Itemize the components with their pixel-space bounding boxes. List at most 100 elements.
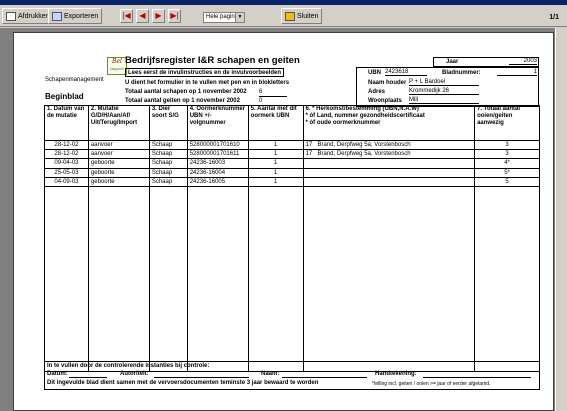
holder-box: UBN 2423618 Bladnummer: 1 Naam houder P … (356, 67, 539, 107)
cell-datum: 28-12-02 (44, 149, 89, 160)
woonplaats-label: Woonplaats (368, 98, 402, 104)
jaar-value: 2003 (509, 58, 537, 65)
close-button[interactable]: Sluiten (281, 8, 323, 24)
footer-naam-line (282, 371, 367, 378)
col-header-oormerk: 4. Oormerknummer UBN +/- volgnummer (186, 105, 249, 141)
table-row: 09-04-03 geboorte Schaap 24236-16003 1 4… (44, 158, 540, 169)
cell-oormerk: 24236-16004 (186, 168, 249, 178)
prev-page-icon: ◀ (139, 11, 146, 20)
cell-mutatie: geboorte (87, 177, 150, 187)
table-empty-area (44, 186, 540, 372)
page-count: 1/1 (549, 14, 559, 21)
vertical-scrollbar[interactable] (555, 28, 567, 411)
prev-page-button[interactable]: ◀ (136, 9, 149, 23)
col-header-herkomst: 6. * Herkomst/bestemming (UBN,N.A.W) * ó… (302, 105, 476, 141)
cell-aantal: 1 (247, 177, 304, 187)
footer-datum: Datum: (47, 371, 68, 377)
last-page-button[interactable]: ▶| (168, 9, 181, 23)
cell-oormerk: 24236-16005 (186, 177, 249, 187)
cell-mutatie: geboorte (87, 158, 150, 169)
instruction-box: Lees eerst de invulinstructies en de inv… (125, 68, 285, 77)
logo-sub: Import (110, 66, 124, 71)
export-button[interactable]: Exporteren (48, 8, 103, 24)
bladnummer-label: Bladnummer: (442, 70, 481, 76)
next-page-button[interactable]: ▶ (152, 9, 165, 23)
cell-totaal: 5* (474, 168, 540, 178)
cell-herkomst-text: Brand, Derpfweg 5a, Vorstenbosch (317, 142, 411, 149)
cell-herkomst (302, 168, 476, 178)
table-row: 04-09-03 geboorte Schaap 24236-16005 1 5 (44, 177, 540, 187)
col-header-mutatie: 2. Mutatie G/D/H/Aan/Af/ Uit/Terug/Impor… (87, 105, 150, 141)
cell-oormerk: 24236-16003 (186, 158, 249, 169)
logo-text: Bel (112, 58, 122, 65)
cell-aantal: 1 (247, 168, 304, 178)
footer-note: *telling incl. geiten / ooien >= jaar of… (372, 381, 491, 387)
zoom-select[interactable]: Hele pagina ▼ (203, 12, 245, 23)
register-table: 1. Datum van de mutatie 2. Mutatie G/D/H… (44, 105, 540, 372)
cell-totaal: 3 (474, 140, 540, 151)
footer-line1: In te vullen door de controlerende insta… (47, 363, 210, 369)
cell-soort: Schaap (148, 140, 188, 151)
cell-herkomst-nr: 17 (305, 151, 313, 158)
cell-totaal: 5 (474, 177, 540, 187)
table-row: 28-12-02 aanvoer Schaap 528000001701611 … (44, 149, 540, 160)
footer-handtekening-line (423, 371, 531, 378)
brand-label: Schapenmanagement (45, 77, 104, 83)
report-title: Bedrijfsregister I&R schapen en geiten (125, 55, 300, 66)
first-page-icon: |◀ (122, 11, 131, 20)
last-page-icon: ▶| (170, 11, 179, 20)
col-header-totaal: 7. Totaal aantal ooien/geiten aanwezig (474, 105, 540, 141)
jaar-label: Jaar (446, 59, 459, 65)
cell-oormerk: 528000001701611 (186, 149, 249, 160)
cell-aantal: 1 (247, 140, 304, 151)
adres-value: Krommedijk 26 (409, 88, 479, 95)
cell-aantal: 1 (247, 158, 304, 169)
footer-autoriteit-line (154, 371, 249, 378)
footer-datum-line (69, 371, 107, 378)
close-label: Sluiten (297, 12, 319, 20)
chevron-down-icon: ▼ (235, 13, 244, 22)
jaar-box: Jaar 2003 (433, 57, 539, 67)
table-header-row: 1. Datum van de mutatie 2. Mutatie G/D/H… (44, 105, 540, 141)
cell-oormerk: 528000001701610 (186, 140, 249, 151)
first-page-button[interactable]: |◀ (120, 9, 133, 23)
cell-datum: 04-09-03 (44, 177, 89, 187)
adres-label: Adres (368, 89, 386, 95)
toolbar: Afdrukken Exporteren |◀ ◀ ▶ ▶| Hele pagi… (0, 5, 567, 27)
export-label: Exporteren (64, 12, 99, 20)
total-sheep-label: Totaal aantal schapen op 1 november 2002 (125, 89, 247, 95)
woonplaats-value: Mill (409, 97, 479, 104)
col-header-aantal: 5. Aantal met dit oormerk UBN (247, 105, 304, 141)
footer-handtekening: Handtekening: (375, 371, 417, 377)
zoom-value: Hele pagina (206, 14, 239, 20)
total-sheep-value: 6 (259, 89, 287, 97)
table-row: 25-05-03 geboorte Schaap 24236-16004 1 5… (44, 168, 540, 178)
export-icon (52, 11, 62, 21)
ubn-value: 2423618 (385, 69, 427, 76)
printer-icon (6, 11, 16, 21)
instruction-line: U dient het formulier in te vullen met p… (125, 80, 290, 86)
cell-mutatie: aanvoer (87, 149, 150, 160)
cell-datum: 25-05-03 (44, 168, 89, 178)
logo: Bel Import (107, 57, 127, 75)
houder-label: Naam houder (368, 80, 407, 86)
report-viewport[interactable]: Bel Import Schapenmanagement Beginblad B… (0, 28, 567, 411)
section-title: Beginblad (45, 92, 84, 101)
print-label: Afdrukken (18, 12, 50, 20)
print-button[interactable]: Afdrukken (2, 8, 54, 24)
footer-autoriteit: Autoriteit: (120, 371, 149, 377)
footer-naam: Naam: (261, 371, 280, 377)
houder-value: P + L Bardoel (409, 79, 479, 86)
total-goats-label: Totaal aantal geiten op 1 november 2002 (125, 98, 240, 104)
cell-herkomst (302, 177, 476, 187)
next-page-icon: ▶ (155, 11, 162, 20)
table-row: 28-12-02 aanvoer Schaap 528000001701610 … (44, 140, 540, 151)
control-footer: In te vullen door de controlerende insta… (44, 361, 540, 390)
cell-herkomst: 17 Brand, Derpfweg 5a, Vorstenbosch (302, 149, 476, 160)
cell-soort: Schaap (148, 177, 188, 187)
cell-soort: Schaap (148, 158, 188, 169)
cell-datum: 09-04-03 (44, 158, 89, 169)
ubn-label: UBN (368, 70, 381, 76)
cell-totaal: 3 (474, 149, 540, 160)
cell-mutatie: geboorte (87, 168, 150, 178)
